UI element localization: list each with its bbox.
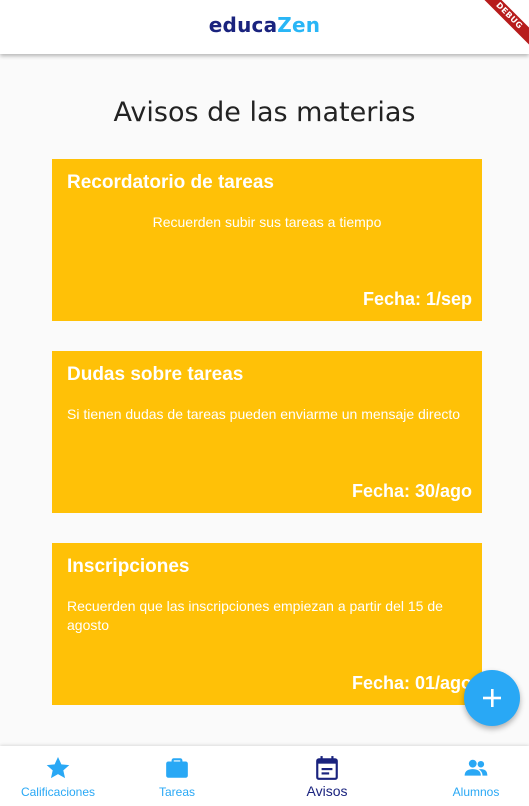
notice-date: Fecha: 30/ago (351, 481, 472, 501)
plus-icon (483, 689, 501, 707)
logo-part-educa: educa (208, 13, 278, 37)
notice-title: Recordatorio de tareas (67, 172, 274, 193)
nav-label: Tareas (158, 785, 196, 799)
page-title: Avisos de las materias (113, 97, 416, 128)
calendar-icon (316, 756, 338, 780)
app-bar: educaZen (0, 0, 529, 54)
bottom-navigation: Calificaciones Tareas Avisos Alumnos (0, 746, 529, 806)
notice-card[interactable]: Inscripciones Recuerden que las inscripc… (52, 543, 482, 705)
notice-title: Inscripciones (67, 556, 190, 577)
nav-label: Calificaciones (20, 785, 96, 799)
nav-item-tareas[interactable]: Tareas (137, 746, 217, 806)
people-icon (464, 759, 488, 776)
nav-label: Avisos (306, 783, 348, 799)
notice-body: Recuerden que las inscripciones empiezan… (67, 598, 443, 633)
nav-item-alumnos[interactable]: Alumnos (436, 746, 516, 806)
nav-item-avisos[interactable]: Avisos (287, 746, 367, 806)
debug-label: DEBUG (475, 0, 529, 50)
notice-date: Fecha: 1/sep (362, 289, 472, 309)
logo-part-zen: Zen (277, 13, 321, 37)
notice-date: Fecha: 01/ago (351, 673, 472, 693)
nav-item-calificaciones[interactable]: Calificaciones (8, 746, 108, 806)
nav-label: Alumnos (452, 785, 500, 799)
notice-card[interactable]: Recordatorio de tareas Recuerden subir s… (52, 159, 482, 321)
notice-body: Si tienen dudas de tareas pueden enviarm… (67, 406, 461, 422)
add-notice-button[interactable] (464, 670, 520, 726)
star-icon (46, 756, 70, 779)
notice-body: Recuerden subir sus tareas a tiempo (152, 214, 382, 230)
notice-card[interactable]: Dudas sobre tareas Si tienen dudas de ta… (52, 351, 482, 513)
briefcase-icon (166, 758, 188, 778)
debug-banner: DEBUG (469, 0, 529, 60)
notice-title: Dudas sobre tareas (67, 364, 244, 385)
app-logo: educaZen (0, 13, 529, 37)
